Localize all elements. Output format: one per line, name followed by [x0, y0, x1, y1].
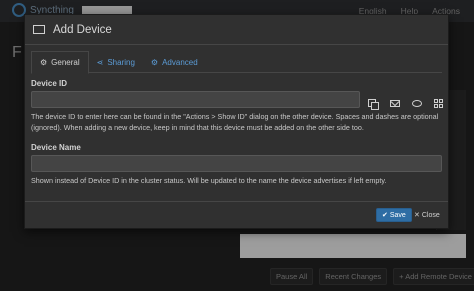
check-icon: ✔ — [382, 212, 388, 219]
save-label: Save — [389, 211, 406, 219]
chat-icon — [411, 99, 422, 107]
device-id-input[interactable] — [31, 91, 360, 108]
mail-icon — [389, 99, 400, 107]
share-icon: ⋖ — [96, 57, 104, 67]
dialog-header: Add Device — [25, 15, 448, 45]
cogs-icon: ⚙ — [150, 57, 159, 67]
tab-advanced[interactable]: ⚙ Advanced — [143, 51, 206, 73]
dialog-footer: ✔ Save ✕ Close — [25, 201, 448, 228]
device-name-help: Shown instead of Device ID in the cluste… — [31, 176, 387, 185]
device-id-label: Device ID — [31, 79, 68, 88]
device-name-label: Device Name — [31, 143, 81, 152]
device-id-help: The device ID to enter here can be found… — [31, 112, 439, 132]
tab-general-label: General — [51, 58, 80, 67]
tab-bar: ⚙ General ⋖ Sharing ⚙ Advanced — [31, 51, 442, 74]
save-button[interactable]: ✔ Save — [376, 208, 412, 222]
copy-button[interactable] — [365, 96, 380, 110]
device-name-input[interactable] — [31, 155, 442, 172]
qr-code-button[interactable] — [431, 96, 446, 110]
copy-icon — [368, 98, 379, 110]
qr-code-icon — [434, 98, 443, 108]
device-id-actions — [365, 96, 446, 110]
dialog-title: Add Device — [53, 23, 112, 36]
monitor-icon — [33, 24, 45, 35]
tab-advanced-label: Advanced — [162, 57, 198, 67]
close-icon: ✕ — [414, 212, 420, 219]
close-button[interactable]: ✕ Close — [409, 208, 445, 222]
tab-sharing-label: Sharing — [107, 57, 135, 67]
message-button[interactable] — [409, 96, 424, 110]
tab-sharing[interactable]: ⋖ Sharing — [89, 51, 143, 73]
email-button[interactable] — [387, 96, 402, 110]
close-label: Close — [421, 211, 440, 219]
tab-general[interactable]: ⚙ General — [31, 51, 89, 74]
add-device-dialog: Add Device ⚙ General ⋖ Sharing ⚙ Advance… — [24, 14, 449, 229]
gear-icon: ⚙ — [40, 58, 48, 67]
